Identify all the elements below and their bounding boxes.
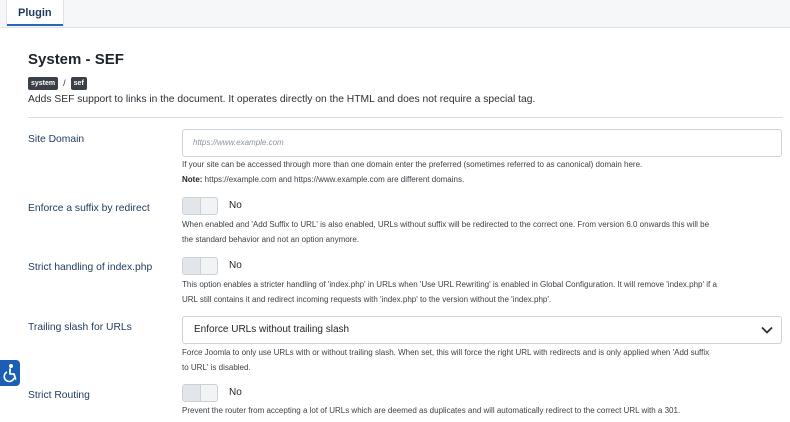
badge-folder: system	[28, 76, 59, 90]
site-domain-input[interactable]: https://www.example.com	[182, 129, 782, 157]
strict-routing-label: Strict Routing	[28, 390, 90, 401]
plugin-badges: system / sef	[28, 76, 87, 90]
page-title: System - SEF	[28, 51, 124, 68]
note-label: Note:	[182, 175, 203, 184]
trailing-slash-select[interactable]: Enforce URLs without trailing slash	[182, 316, 782, 344]
trailing-slash-label: Trailing slash for URLs	[28, 322, 132, 333]
strict-index-label: Strict handling of index.php	[28, 262, 153, 273]
tab-plugin[interactable]: Plugin	[6, 0, 64, 26]
toggle-knob	[183, 385, 201, 401]
trailing-slash-help: Force Joomla to only use URLs with or wi…	[182, 348, 710, 357]
site-domain-label: Site Domain	[28, 134, 85, 145]
strict-index-state: No	[229, 260, 242, 271]
strict-routing-help: Prevent the router from accepting a lot …	[182, 406, 681, 415]
site-domain-note: Note: https://example.com and https://ww…	[182, 172, 464, 187]
enforce-suffix-toggle[interactable]	[182, 197, 218, 215]
enforce-suffix-help-2: the standard behavior and not an option …	[182, 235, 360, 244]
enforce-suffix-label: Enforce a suffix by redirect	[28, 203, 150, 214]
strict-index-help-2: URL still contains it and redirect incom…	[182, 295, 552, 304]
tab-bar: Plugin	[0, 0, 790, 28]
note-text: https://example.com and https://www.exam…	[202, 175, 465, 184]
strict-index-toggle[interactable]	[182, 257, 218, 275]
toggle-knob	[183, 258, 201, 274]
strict-routing-state: No	[229, 387, 242, 398]
strict-index-help: This option enables a stricter handling …	[182, 280, 717, 289]
enforce-suffix-help: When enabled and 'Add Suffix to URL' is …	[182, 220, 710, 229]
accessibility-icon[interactable]	[0, 360, 20, 386]
trailing-slash-help-2: to URL' is disabled.	[182, 363, 251, 372]
badge-separator: /	[63, 78, 66, 88]
enforce-suffix-state: No	[229, 200, 242, 211]
strict-routing-toggle[interactable]	[182, 384, 218, 402]
badge-element: sef	[70, 76, 87, 90]
chevron-down-icon[interactable]	[753, 317, 781, 343]
site-domain-placeholder: https://www.example.com	[193, 138, 284, 147]
toggle-knob	[183, 198, 201, 214]
divider	[28, 117, 783, 118]
plugin-description: Adds SEF support to links in the documen…	[28, 94, 536, 105]
trailing-slash-value: Enforce URLs without trailing slash	[194, 324, 350, 335]
site-domain-help: If your site can be accessed through mor…	[182, 160, 643, 169]
